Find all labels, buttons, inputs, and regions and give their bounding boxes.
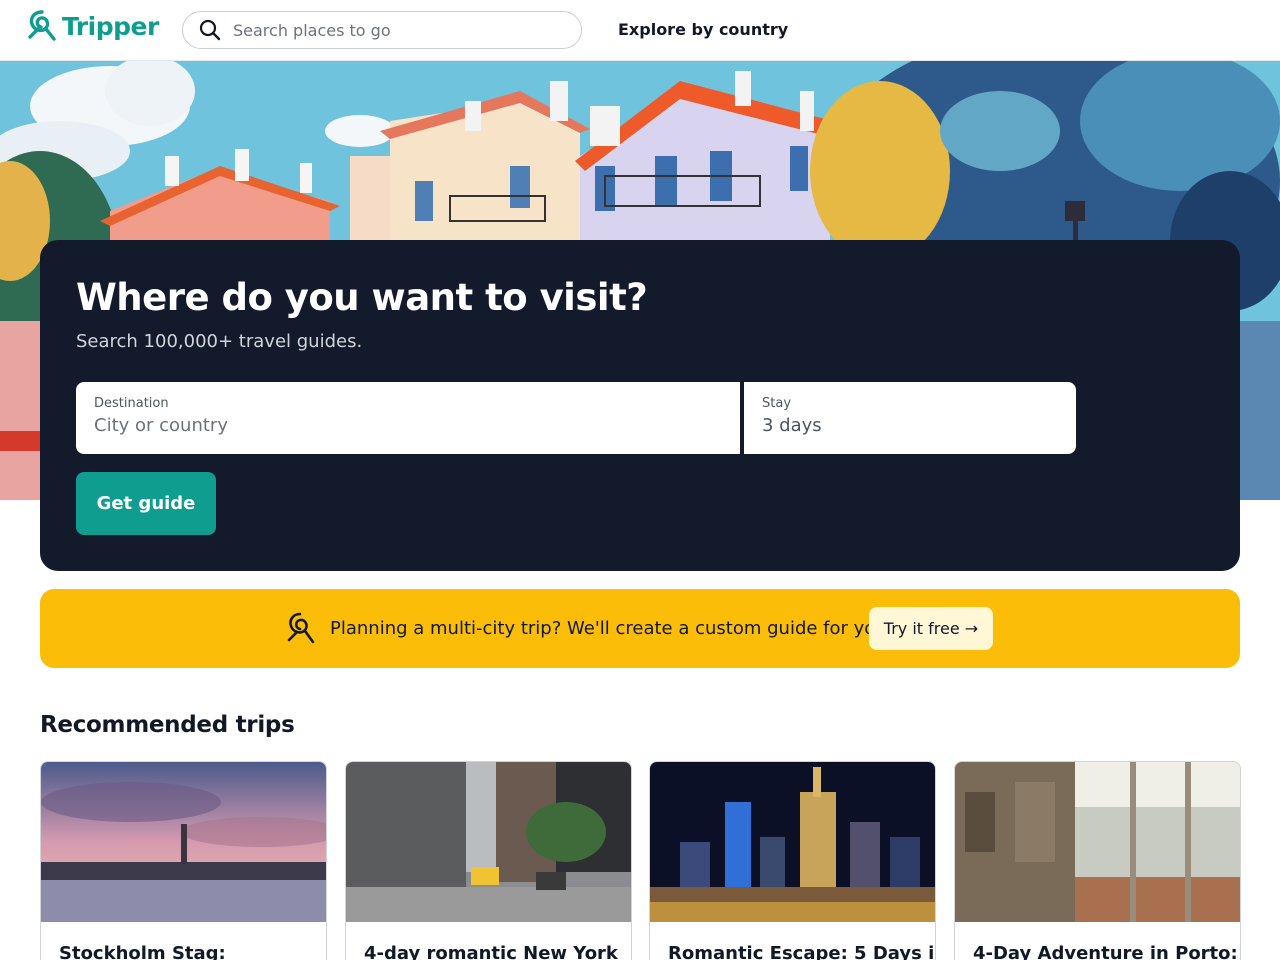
stay-label: Stay <box>762 396 792 411</box>
logo[interactable]: Tripper <box>26 9 159 43</box>
trip-card-new-york[interactable]: 4-day romantic New York <box>345 761 632 960</box>
trip-card-stockholm[interactable]: Stockholm Stag: <box>40 761 327 960</box>
trip-card-warsaw[interactable]: Romantic Escape: 5 Days in <box>649 761 936 960</box>
search-icon <box>199 19 221 41</box>
stay-field[interactable]: Stay 3 days <box>744 382 1076 454</box>
search-input[interactable] <box>233 20 563 40</box>
destination-label: Destination <box>94 396 169 411</box>
trip-image <box>41 762 326 922</box>
trip-card-porto[interactable]: 4-Day Adventure in Porto: <box>954 761 1241 960</box>
tripper-logo-icon <box>28 10 56 41</box>
recommended-trips-heading: Recommended trips <box>40 712 295 738</box>
banner-text: Planning a multi-city trip? We'll create… <box>330 618 887 639</box>
top-header: Tripper Explore by country <box>0 0 1280 61</box>
trip-card-title: 4-day romantic New York <box>364 943 618 960</box>
logo-text: Tripper <box>62 11 159 41</box>
trip-image <box>955 762 1240 922</box>
hero-title: Where do you want to visit? <box>76 276 648 319</box>
header-search[interactable] <box>182 11 582 49</box>
explore-by-country-link[interactable]: Explore by country <box>618 20 788 39</box>
route-loop-icon <box>287 612 315 644</box>
stay-value[interactable]: 3 days <box>762 415 1058 436</box>
multi-city-banner: Planning a multi-city trip? We'll create… <box>40 589 1240 668</box>
get-guide-button[interactable]: Get guide <box>76 472 216 535</box>
try-it-free-button[interactable]: Try it free → <box>869 607 993 650</box>
trip-image <box>346 762 631 922</box>
hero-subtitle: Search 100,000+ travel guides. <box>76 331 363 352</box>
trip-card-title: Stockholm Stag: <box>59 943 226 960</box>
destination-field[interactable]: Destination <box>76 382 740 454</box>
trip-card-title: Romantic Escape: 5 Days in <box>668 943 936 960</box>
destination-input[interactable] <box>94 415 722 436</box>
hero-search-panel: Where do you want to visit? Search 100,0… <box>40 240 1240 571</box>
trip-image <box>650 762 935 922</box>
trip-card-title: 4-Day Adventure in Porto: <box>973 943 1238 960</box>
